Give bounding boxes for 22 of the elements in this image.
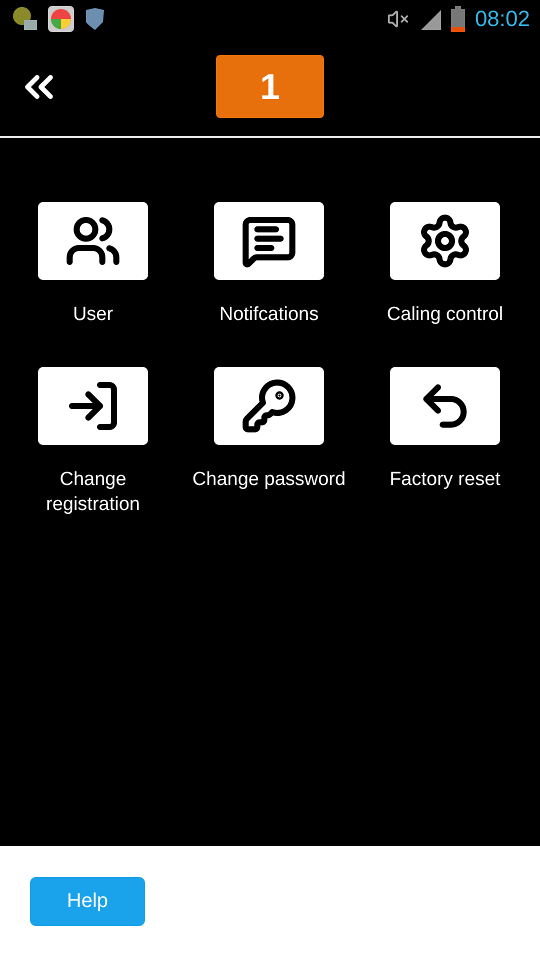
tile-label: Factory reset <box>390 468 500 492</box>
menu-tile[interactable] <box>214 367 324 445</box>
menu-tile[interactable] <box>390 202 500 280</box>
tile-label: Change password <box>192 468 346 492</box>
signal-icon <box>418 8 441 30</box>
shield-icon <box>84 7 106 31</box>
tile-label: Notifcations <box>219 303 319 327</box>
app-icon <box>12 6 38 32</box>
menu-tile[interactable] <box>38 202 148 280</box>
clock-time: 08:02 <box>474 6 530 32</box>
menu-tile[interactable] <box>214 202 324 280</box>
battery-icon <box>450 6 465 32</box>
menu-tile[interactable] <box>38 367 148 445</box>
mute-icon <box>386 8 409 30</box>
tile-label: Caling control <box>386 303 504 327</box>
page-badge: 1 <box>216 55 324 118</box>
tile-label: User <box>72 303 114 327</box>
menu-tile[interactable] <box>390 367 500 445</box>
tile-label: Change registration <box>45 468 141 517</box>
app-icon <box>48 6 74 32</box>
key-icon <box>241 378 297 434</box>
help-button[interactable]: Help <box>30 876 145 926</box>
